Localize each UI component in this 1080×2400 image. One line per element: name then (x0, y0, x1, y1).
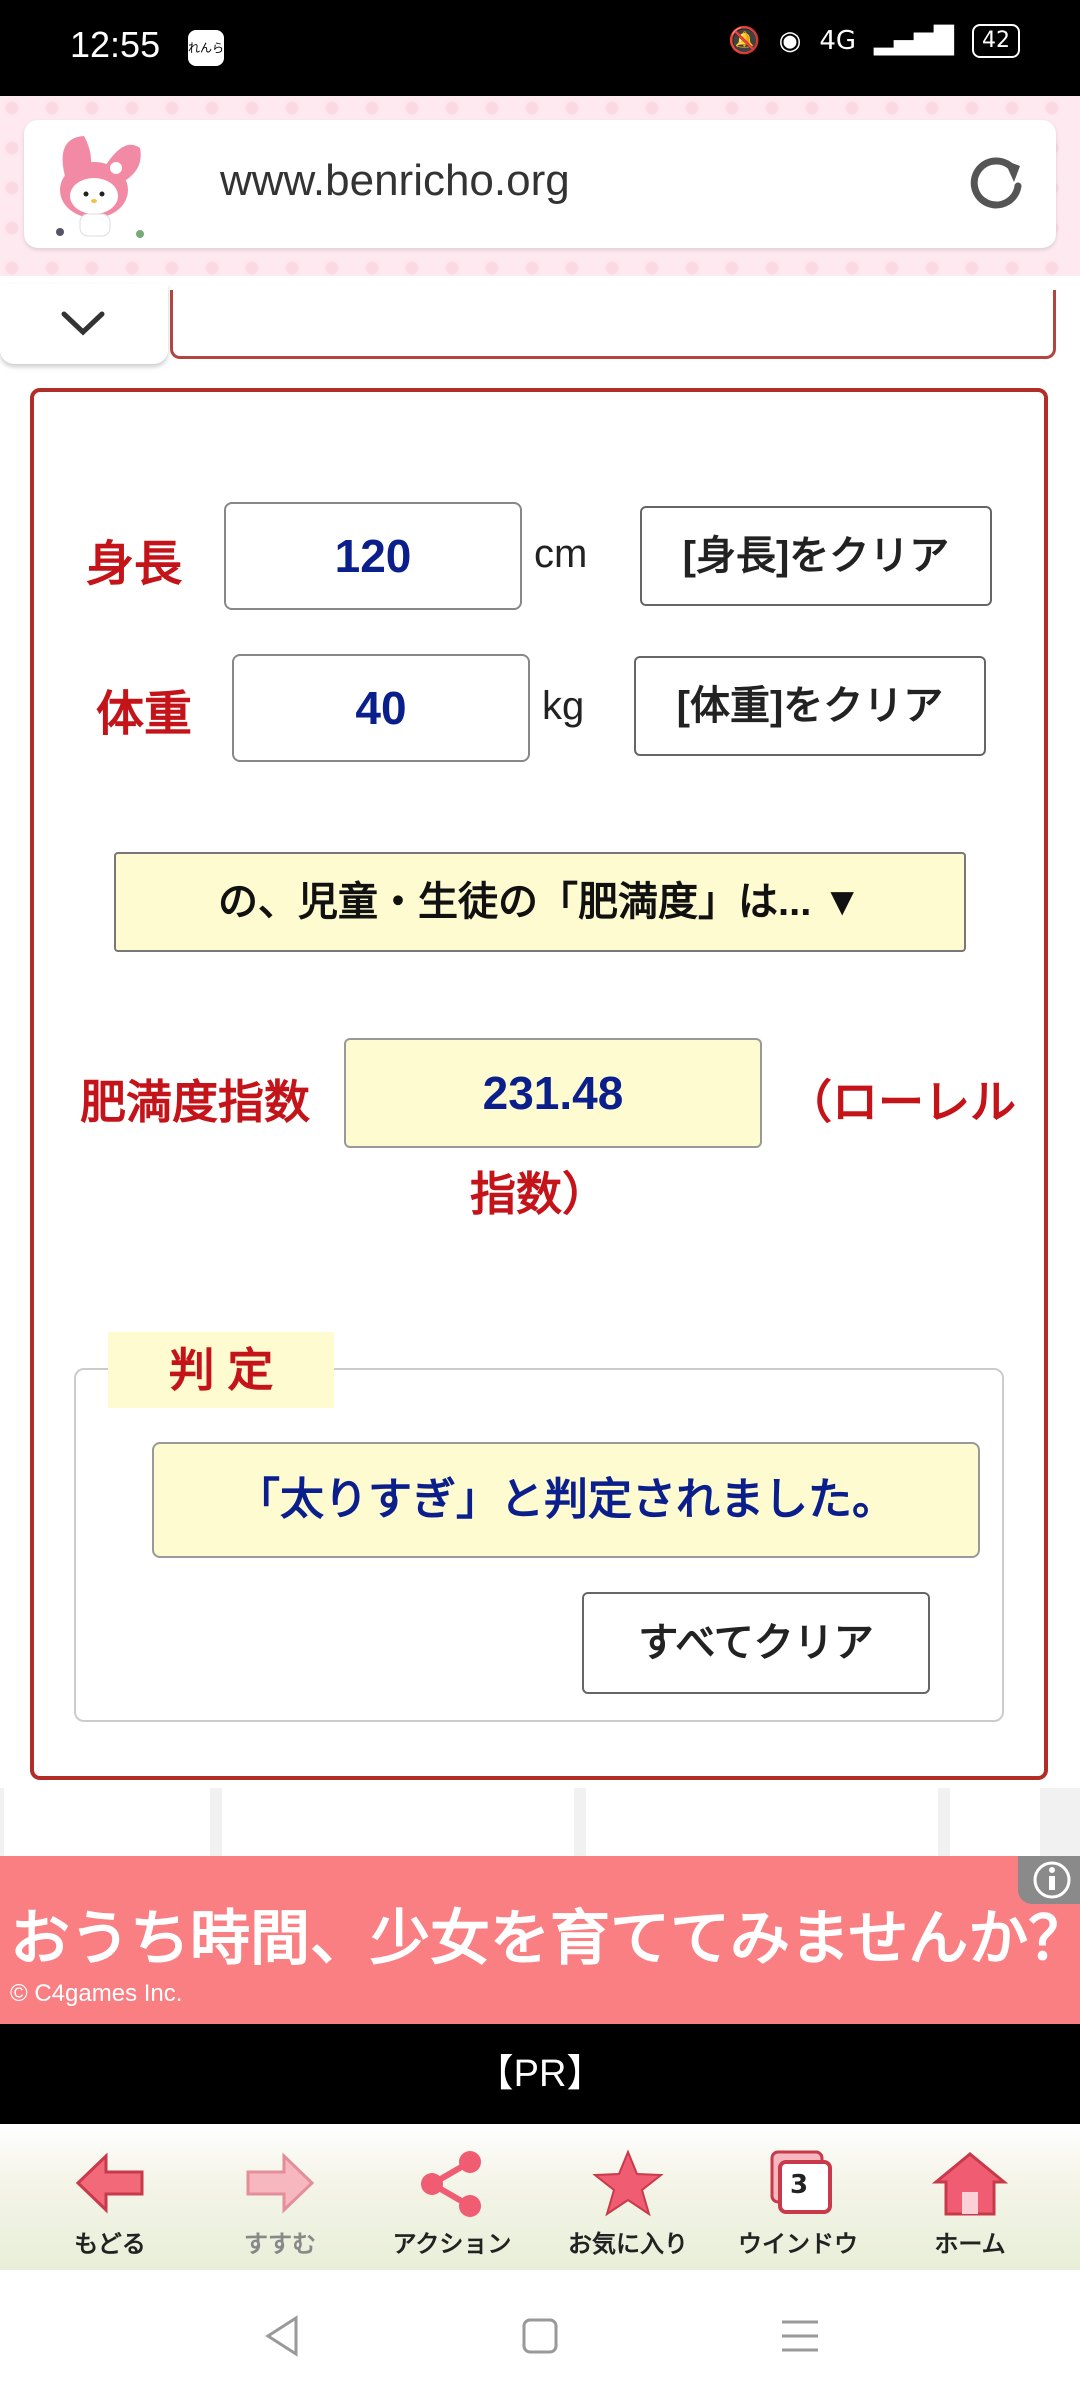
status-time: 12:55 (70, 24, 161, 65)
window-label: ウインドウ (738, 2231, 858, 2258)
network-label: 4G (819, 26, 857, 56)
status-bar: 12:55 れんらく 🔕 ◉ 4G ▂▄▆█ 42 (0, 0, 1080, 96)
forward-label: すすむ (244, 2231, 316, 2258)
ad-info-icon[interactable] (1018, 1856, 1080, 1904)
ad-headline[interactable]: おうち時間、少女を育ててみませんか？ (10, 1890, 1080, 1977)
share-icon (421, 2151, 481, 2217)
star-icon (592, 2149, 664, 2217)
back-button[interactable]: もどる (30, 2124, 190, 2270)
ad-copyright: © C4games Inc. (10, 1980, 183, 2007)
category-select[interactable]: の、児童・生徒の「肥満度」は... ▼ (114, 852, 966, 952)
mute-bell-icon: 🔕 (728, 26, 761, 56)
favorites-button[interactable]: お気に入り (548, 2124, 708, 2270)
signal-icon: ▂▄▆█ (874, 26, 954, 56)
index-suffix-2: 指数） (470, 1168, 608, 1220)
window-button[interactable]: 3 ウインドウ (718, 2124, 878, 2270)
favorites-label: お気に入り (568, 2231, 688, 2258)
forward-button[interactable]: すすむ (200, 2124, 360, 2270)
home-icon (931, 2152, 1009, 2216)
browser-toolbar: www.benricho.org (0, 96, 1080, 276)
height-unit: cm (534, 532, 588, 576)
pr-label: 【PR】 (0, 2024, 1080, 2124)
height-input[interactable]: 120 (224, 502, 522, 610)
index-label: 肥満度指数 (80, 1076, 310, 1128)
nav-back-icon[interactable] (262, 2314, 302, 2358)
action-label: アクション (392, 2231, 512, 2258)
browser-bottom-toolbar: もどる すすむ アクション お気に入り 3 ウインドウ ホーム (0, 2124, 1080, 2270)
ad-product-1[interactable] (4, 1788, 210, 1858)
app-badge-icon: れんらく (188, 30, 224, 91)
bmi-calculator-panel: 身長 120 cm [身長]をクリア 体重 40 kg [体重]をクリア の、児… (30, 388, 1048, 1780)
nav-menu-icon[interactable] (778, 2314, 822, 2358)
ad-product-4[interactable] (950, 1788, 1040, 1858)
clear-weight-button[interactable]: [体重]をクリア (634, 656, 986, 756)
weight-input[interactable]: 40 (232, 654, 530, 762)
action-button[interactable]: アクション (372, 2124, 532, 2270)
previous-section-box (170, 290, 1056, 359)
address-bar[interactable]: www.benricho.org (24, 120, 1056, 248)
index-value-output: 231.48 (344, 1038, 762, 1148)
window-count: 3 (790, 2170, 809, 2200)
reload-icon[interactable] (956, 144, 1036, 224)
home-button[interactable]: ホーム (890, 2124, 1050, 2270)
system-nav-bar (0, 2270, 1080, 2400)
ad-product-2[interactable] (222, 1788, 574, 1858)
index-suffix-1: （ローレル (786, 1076, 1016, 1128)
forward-arrow-icon (246, 2152, 315, 2214)
judgement-result: 「太りすぎ」と判定されました。 (152, 1442, 980, 1558)
chevron-down-icon (61, 311, 105, 336)
weight-label: 体重 (96, 688, 193, 741)
home-label: ホーム (934, 2231, 1006, 2258)
location-icon: ◉ (778, 26, 802, 56)
status-icons: 🔕 ◉ 4G ▂▄▆█ 42 (728, 24, 1020, 58)
clear-all-button[interactable]: すべてクリア (582, 1592, 930, 1694)
judgement-title: 判 定 (108, 1332, 334, 1408)
url-text[interactable]: www.benricho.org (220, 156, 570, 206)
mascot-logo-icon (56, 136, 144, 238)
battery-icon: 42 (972, 24, 1020, 58)
collapse-toggle-button[interactable] (0, 284, 168, 364)
ad-product-strip[interactable] (0, 1788, 1080, 1858)
back-label: もどる (74, 2231, 146, 2258)
height-label: 身長 (86, 538, 183, 591)
back-arrow-icon (75, 2152, 144, 2214)
weight-unit: kg (542, 684, 585, 728)
ad-banner[interactable]: おうち時間、少女を育ててみませんか？ © C4games Inc. (0, 1856, 1080, 2024)
nav-home-icon[interactable] (520, 2314, 560, 2358)
ad-product-3[interactable] (586, 1788, 938, 1858)
clear-height-button[interactable]: [身長]をクリア (640, 506, 992, 606)
